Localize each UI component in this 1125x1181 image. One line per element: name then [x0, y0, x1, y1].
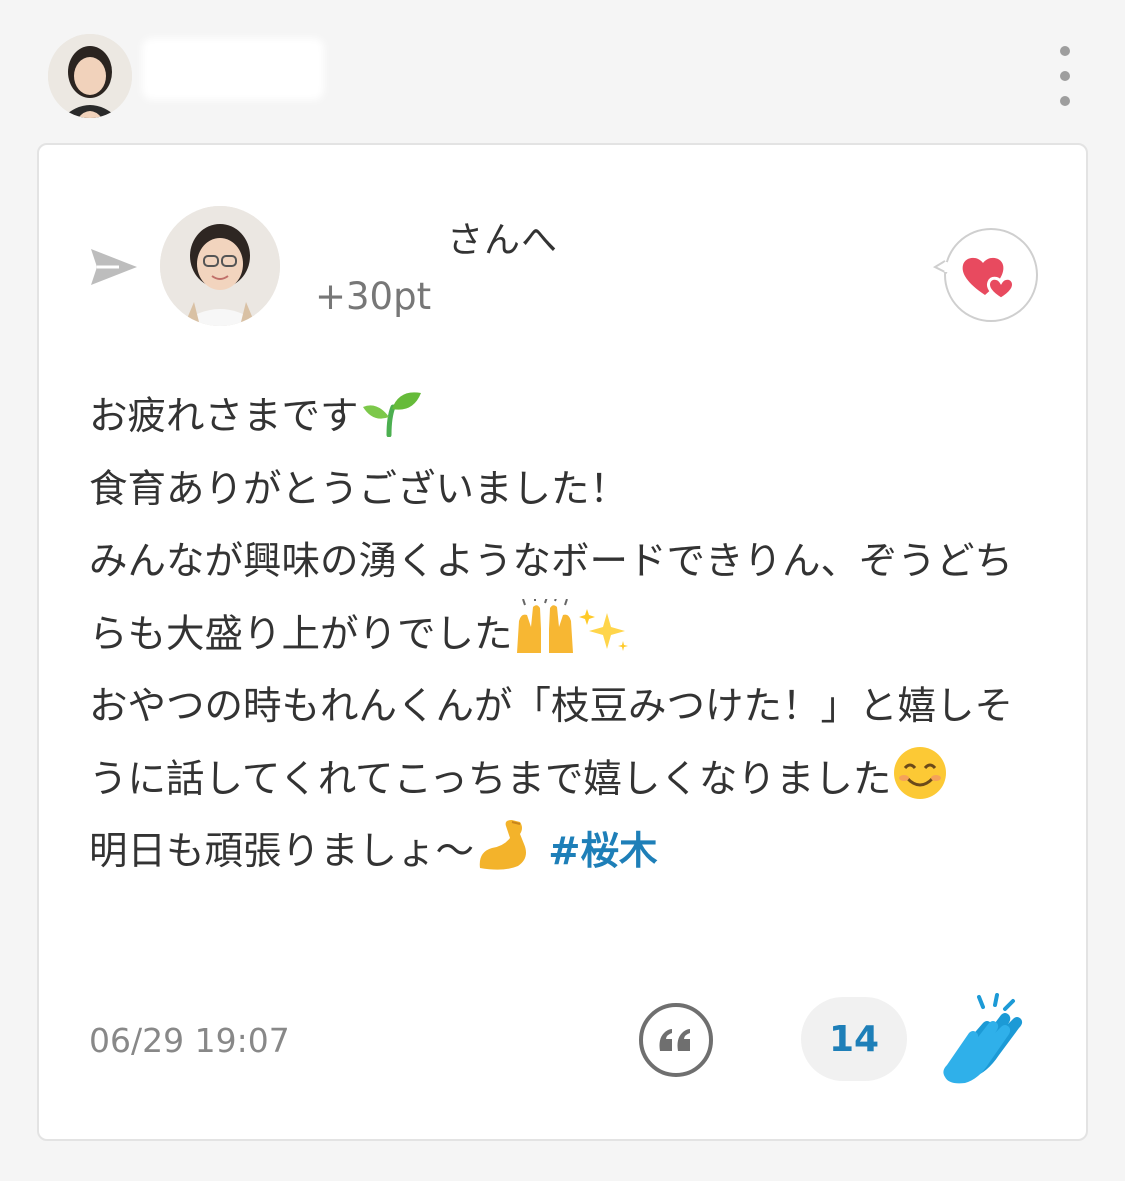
timestamp: 06/29 19:07: [89, 1021, 290, 1060]
clapping-hands-icon[interactable]: [939, 993, 1025, 1085]
quote-button[interactable]: [639, 1003, 713, 1077]
sender-avatar[interactable]: [48, 34, 132, 118]
raising-hands-icon: [516, 598, 573, 653]
recipient-avatar[interactable]: [160, 206, 280, 326]
seedling-icon: [362, 392, 421, 437]
message-line-1: お疲れさまです: [89, 394, 359, 439]
message-line-5: 明日も頑張りましょ〜: [89, 829, 475, 874]
hashtag-link[interactable]: #桜木: [548, 829, 657, 874]
points-label: +30pt: [315, 275, 432, 318]
sparkles-icon: [578, 608, 628, 651]
flexed-biceps-icon: [479, 820, 527, 870]
send-arrow-icon: [91, 249, 137, 285]
quote-icon: [659, 1029, 690, 1051]
smiling-face-icon: [894, 746, 947, 799]
clap-count[interactable]: 14: [801, 997, 907, 1081]
more-vertical-icon[interactable]: [1050, 46, 1080, 106]
sender-name-redacted: [142, 38, 324, 100]
post-screen: さんへ +30pt お疲れさまです 食育ありがとうございました！ みんなが興味の…: [0, 0, 1125, 1181]
heart-bubble-icon[interactable]: [931, 227, 1043, 323]
recipient-suffix: さんへ: [447, 220, 559, 261]
message-line-4: おやつの時もれんくんが「枝豆みつけた！」と嬉しそうに話してくれてこっちまで嬉しく…: [89, 684, 1014, 802]
thanks-card: さんへ +30pt お疲れさまです 食育ありがとうございました！ みんなが興味の…: [37, 143, 1088, 1141]
message-line-2: 食育ありがとうございました！: [89, 466, 629, 512]
message-body: お疲れさまです 食育ありがとうございました！ みんなが興味の湧くようなボードでき…: [89, 381, 1039, 889]
